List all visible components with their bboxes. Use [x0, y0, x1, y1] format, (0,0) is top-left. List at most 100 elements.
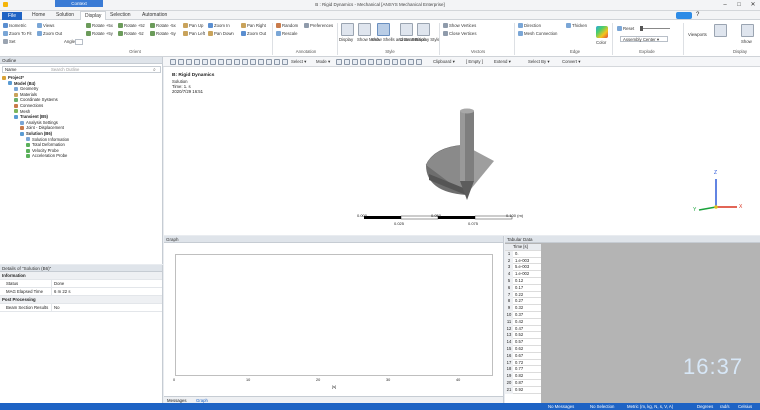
- selection-filter-icon[interactable]: [408, 59, 414, 65]
- direction-button[interactable]: Direction: [518, 23, 541, 29]
- table-row[interactable]: 9 0.32: [505, 305, 541, 312]
- rotate-plus-x-button[interactable]: Rotate +5x: [86, 23, 113, 29]
- show-mesh-button[interactable]: [358, 23, 371, 36]
- tabular-table[interactable]: Time [s] 1 0. 2 1.e-003 3 5.e-003 4 1.e-002 5 0.1…: [505, 244, 541, 403]
- selection-filter-icon[interactable]: [384, 59, 390, 65]
- random-button[interactable]: Random: [276, 23, 298, 29]
- tool-icon[interactable]: [242, 59, 248, 65]
- details-section-header[interactable]: Information: [0, 272, 162, 280]
- rotate-minus-x-button[interactable]: Rotate -5x: [150, 23, 176, 29]
- tool-icon[interactable]: [266, 59, 272, 65]
- table-row[interactable]: 4 1.e-002: [505, 271, 541, 278]
- search-icon[interactable]: ⌕: [153, 67, 156, 73]
- details-section-header[interactable]: Post Processing: [0, 296, 162, 304]
- close-icon[interactable]: ✕: [746, 1, 760, 9]
- table-row[interactable]: 17 0.72: [505, 359, 541, 367]
- selection-filter-icon[interactable]: [336, 59, 342, 65]
- selection-filter-icon[interactable]: [352, 59, 358, 65]
- table-row[interactable]: 10 0.37: [505, 311, 541, 319]
- zoom-out-small-button[interactable]: Zoom Out: [37, 31, 62, 37]
- selection-filter-icon[interactable]: [360, 59, 366, 65]
- status-units[interactable]: Metric (m, kg, N, s, V, A): [627, 403, 673, 410]
- pan-down-button[interactable]: Pan Down: [208, 31, 234, 37]
- angle-input[interactable]: [75, 39, 83, 45]
- table-row[interactable]: 7 0.22: [505, 291, 541, 299]
- table-row[interactable]: 19 0.82: [505, 373, 541, 380]
- table-row[interactable]: 20 0.87: [505, 379, 541, 387]
- table-row[interactable]: 3 5.e-003: [505, 264, 541, 272]
- tab-file[interactable]: File: [2, 12, 22, 20]
- tool-icon[interactable]: [210, 59, 216, 65]
- pan-right-button[interactable]: Pan Right: [241, 23, 266, 29]
- tool-icon[interactable]: [218, 59, 224, 65]
- table-row[interactable]: 21 0.92: [505, 386, 541, 394]
- graphics-viewport[interactable]: B: Rigid Dynamics Solution Time: 1. s 20…: [164, 67, 760, 235]
- table-row[interactable]: 15 0.62: [505, 345, 541, 353]
- views-button[interactable]: Views: [37, 23, 54, 29]
- pan-up-button[interactable]: Pan Up: [183, 23, 203, 29]
- tool-icon[interactable]: [250, 59, 256, 65]
- rotate-plus-y-button[interactable]: Rotate +5y: [86, 31, 113, 37]
- thicken-button[interactable]: Thicken: [566, 23, 587, 29]
- help-icon[interactable]: ?: [696, 12, 702, 19]
- maximize-icon[interactable]: □: [732, 1, 746, 9]
- details-row[interactable]: Status Done: [0, 280, 162, 288]
- viewports-button[interactable]: [714, 24, 727, 37]
- selection-filter-icon[interactable]: [344, 59, 350, 65]
- table-row[interactable]: 14 0.57: [505, 339, 541, 346]
- tool-icon[interactable]: [178, 59, 184, 65]
- table-row[interactable]: 1 0.: [505, 250, 541, 258]
- reset-button[interactable]: Reset: [617, 26, 634, 32]
- selection-filter-icon[interactable]: [400, 59, 406, 65]
- tool-icon[interactable]: [274, 59, 280, 65]
- table-row[interactable]: 5 0.12: [505, 277, 541, 285]
- tool-icon[interactable]: [202, 59, 208, 65]
- mesh-connection-button[interactable]: Mesh Connection: [518, 31, 557, 37]
- tool-icon[interactable]: [170, 59, 176, 65]
- table-row[interactable]: 12 0.47: [505, 325, 541, 333]
- rescale-button[interactable]: Rescale: [276, 31, 298, 37]
- selection-filter-icon[interactable]: [368, 59, 374, 65]
- show-button[interactable]: [741, 24, 754, 37]
- show-vertices-button[interactable]: Show Vertices: [443, 23, 476, 29]
- status-velocity-units[interactable]: rad/s: [720, 403, 730, 410]
- model-geometry[interactable]: [425, 108, 494, 201]
- tab-display[interactable]: Display: [80, 11, 107, 20]
- select-button[interactable]: Select ▾: [291, 58, 306, 66]
- tool-icon[interactable]: [194, 59, 200, 65]
- tab-selection[interactable]: Selection: [106, 11, 135, 20]
- show-shells-beams-button[interactable]: [377, 23, 390, 36]
- clipboard-button[interactable]: Clipboard ▾: [433, 58, 455, 66]
- status-messages[interactable]: No Messages: [548, 403, 574, 410]
- tool-icon[interactable]: [258, 59, 264, 65]
- pan-left-button[interactable]: Pan Left: [183, 31, 205, 37]
- table-row[interactable]: 11 0.42: [505, 318, 541, 326]
- tool-icon[interactable]: [282, 59, 288, 65]
- slider-thumb[interactable]: [640, 26, 643, 31]
- select-by-button[interactable]: Select By ▾: [528, 58, 550, 66]
- status-angle-units[interactable]: Degrees: [697, 403, 713, 410]
- details-row[interactable]: Beam Section Results No: [0, 304, 162, 312]
- extend-button[interactable]: Extend ▾: [494, 58, 511, 66]
- table-row[interactable]: 8 0.27: [505, 298, 541, 306]
- minimize-icon[interactable]: –: [718, 1, 732, 9]
- mode-button[interactable]: Mode ▾: [316, 58, 330, 66]
- assembly-center-dropdown[interactable]: Assembly Center ▾: [620, 36, 668, 42]
- preferences-button[interactable]: Preferences: [304, 23, 333, 29]
- zoom-out-button[interactable]: Zoom Out: [241, 31, 266, 37]
- selection-filter-icon[interactable]: [376, 59, 382, 65]
- search-input[interactable]: Search Outline: [51, 67, 79, 73]
- rotate-plus-z-button[interactable]: Rotate +5z: [118, 23, 145, 29]
- table-row[interactable]: 18 0.77: [505, 366, 541, 374]
- tool-icon[interactable]: [234, 59, 240, 65]
- color-picker-icon[interactable]: [596, 26, 608, 38]
- graph-plot-area[interactable]: [175, 254, 493, 376]
- convert-button[interactable]: Convert ▾: [562, 58, 580, 66]
- zoom-to-fit-button[interactable]: Zoom To Fit: [3, 31, 32, 37]
- set-button[interactable]: Set: [3, 39, 15, 45]
- details-row[interactable]: MAG Elapsed Time 6 m 22 s: [0, 288, 162, 296]
- tool-icon[interactable]: [226, 59, 232, 65]
- status-temp-units[interactable]: Celsius: [738, 403, 752, 410]
- tab-solution[interactable]: Solution: [52, 11, 78, 20]
- feedback-icon[interactable]: [676, 12, 692, 19]
